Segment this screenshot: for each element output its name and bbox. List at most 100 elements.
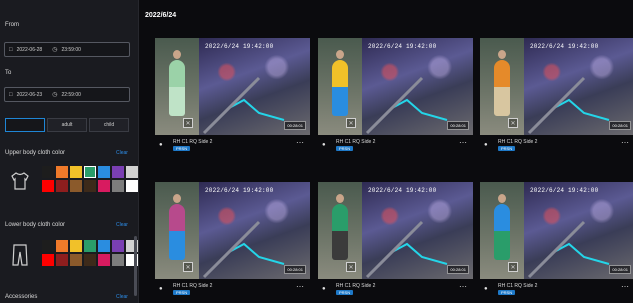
segment-all[interactable]: [5, 118, 45, 132]
filter-sidebar: From □ 2022-06-28 ◷ 23:59:00 To □ 2022-0…: [0, 0, 139, 303]
color-swatch[interactable]: [56, 166, 68, 178]
scene-frame: 2022/6/24 19:42:00 00:28:01: [524, 38, 633, 135]
clock-icon: ◷: [52, 92, 58, 98]
thumbnail-pair[interactable]: ✕ 2022/6/24 19:42:00 00:28:01: [155, 182, 310, 279]
person-crop: ✕: [480, 38, 524, 135]
camera-icon: ●: [159, 286, 163, 292]
segment-child[interactable]: child: [89, 118, 129, 132]
color-swatch[interactable]: [42, 254, 54, 266]
person-head: [173, 50, 181, 59]
more-options-icon[interactable]: ⋯: [621, 282, 629, 291]
result-card[interactable]: ✕ 2022/6/24 19:42:00 00:28:01 ● RH C1 RQ…: [480, 182, 633, 296]
lower-color-swatches: [42, 240, 138, 266]
to-time: 22:59:00: [61, 91, 81, 98]
result-card[interactable]: ✕ 2022/6/24 19:42:00 00:28:01 ● RH C1 RQ…: [318, 38, 473, 152]
result-card[interactable]: ✕ 2022/6/24 19:42:00 00:28:01 ● RH C1 RQ…: [480, 38, 633, 152]
color-swatch[interactable]: [42, 240, 54, 252]
color-swatch[interactable]: [84, 180, 96, 192]
frame-timestamp: 2022/6/24 19:42:00: [530, 187, 599, 194]
camera-icon: ●: [322, 142, 326, 148]
card-meta: ● RH C1 RQ Side 2 PRSN ⋯: [320, 138, 471, 152]
thumbnail-pair[interactable]: ✕ 2022/6/24 19:42:00 00:28:01: [155, 38, 310, 135]
select-checkbox[interactable]: ✕: [183, 262, 193, 272]
person-head: [498, 194, 506, 203]
color-swatch[interactable]: [98, 254, 110, 266]
upper-color-swatches: [42, 166, 138, 192]
sidebar-scrollbar[interactable]: [134, 236, 137, 296]
more-options-icon[interactable]: ⋯: [296, 282, 304, 291]
color-swatch[interactable]: [56, 240, 68, 252]
person-figure: [169, 60, 185, 116]
from-datetime-field[interactable]: □ 2022-06-28 ◷ 23:59:00: [4, 42, 130, 57]
color-swatch[interactable]: [56, 254, 68, 266]
to-date: 2022-06-23: [16, 91, 43, 98]
person-figure: [494, 204, 510, 260]
type-tag: PRSN: [336, 146, 354, 151]
calendar-icon: □: [9, 46, 13, 53]
color-swatch[interactable]: [70, 180, 82, 192]
color-swatch[interactable]: [112, 240, 124, 252]
upper-clear-link[interactable]: Clear: [116, 150, 128, 156]
thumbnail-pair[interactable]: ✕ 2022/6/24 19:42:00 00:28:01: [318, 182, 473, 279]
color-swatch[interactable]: [112, 180, 124, 192]
thumbnail-pair[interactable]: ✕ 2022/6/24 19:42:00 00:28:01: [318, 38, 473, 135]
color-swatch[interactable]: [42, 180, 54, 192]
person-crop: ✕: [155, 182, 199, 279]
color-swatch[interactable]: [98, 240, 110, 252]
camera-name: RH C1 RQ Side 2: [336, 283, 376, 289]
type-tag: PRSN: [336, 290, 354, 295]
from-time: 23:59:00: [61, 46, 81, 53]
result-card[interactable]: ✕ 2022/6/24 19:42:00 00:28:01 ● RH C1 RQ…: [155, 38, 310, 152]
person-figure: [169, 204, 185, 260]
camera-name: RH C1 RQ Side 2: [498, 139, 538, 145]
person-figure: [494, 60, 510, 116]
accessories-label: Accessories: [5, 294, 38, 300]
clock-icon: ◷: [52, 47, 58, 53]
select-checkbox[interactable]: ✕: [508, 262, 518, 272]
type-tag: PRSN: [173, 290, 191, 295]
more-options-icon[interactable]: ⋯: [459, 138, 467, 147]
camera-icon: ●: [159, 142, 163, 148]
color-swatch[interactable]: [84, 254, 96, 266]
thumbnail-pair[interactable]: ✕ 2022/6/24 19:42:00 00:28:01: [480, 182, 633, 279]
color-swatch[interactable]: [70, 166, 82, 178]
color-swatch[interactable]: [112, 166, 124, 178]
select-checkbox[interactable]: ✕: [508, 118, 518, 128]
result-card[interactable]: ✕ 2022/6/24 19:42:00 00:28:01 ● RH C1 RQ…: [155, 182, 310, 296]
color-swatch[interactable]: [70, 254, 82, 266]
color-swatch[interactable]: [126, 166, 138, 178]
more-options-icon[interactable]: ⋯: [621, 138, 629, 147]
color-swatch[interactable]: [112, 254, 124, 266]
camera-icon: ●: [322, 286, 326, 292]
segment-adult[interactable]: adult: [47, 118, 87, 132]
more-options-icon[interactable]: ⋯: [459, 282, 467, 291]
frame-timestamp: 2022/6/24 19:42:00: [530, 43, 599, 50]
to-datetime-field[interactable]: □ 2022-06-23 ◷ 22:59:00: [4, 87, 130, 102]
date-heading: 2022/6/24: [145, 12, 177, 19]
card-meta: ● RH C1 RQ Side 2 PRSN ⋯: [482, 282, 633, 296]
card-meta: ● RH C1 RQ Side 2 PRSN ⋯: [482, 138, 633, 152]
color-swatch[interactable]: [42, 166, 54, 178]
select-checkbox[interactable]: ✕: [183, 118, 193, 128]
thumbnail-pair[interactable]: ✕ 2022/6/24 19:42:00 00:28:01: [480, 38, 633, 135]
camera-name: RH C1 RQ Side 2: [498, 283, 538, 289]
select-checkbox[interactable]: ✕: [346, 118, 356, 128]
color-swatch[interactable]: [70, 240, 82, 252]
result-card[interactable]: ✕ 2022/6/24 19:42:00 00:28:01 ● RH C1 RQ…: [318, 182, 473, 296]
color-swatch[interactable]: [98, 180, 110, 192]
more-options-icon[interactable]: ⋯: [296, 138, 304, 147]
color-swatch[interactable]: [98, 166, 110, 178]
frame-duration: 00:28:01: [284, 121, 306, 130]
color-swatch[interactable]: [126, 180, 138, 192]
color-swatch[interactable]: [84, 166, 96, 178]
type-tag: PRSN: [498, 290, 516, 295]
select-checkbox[interactable]: ✕: [346, 262, 356, 272]
type-tag: PRSN: [498, 146, 516, 151]
camera-icon: ●: [484, 142, 488, 148]
scene-frame: 2022/6/24 19:42:00 00:28:01: [362, 38, 473, 135]
accessories-clear-link[interactable]: Clear: [116, 294, 128, 300]
color-swatch[interactable]: [84, 240, 96, 252]
person-crop: ✕: [480, 182, 524, 279]
color-swatch[interactable]: [56, 180, 68, 192]
lower-clear-link[interactable]: Clear: [116, 222, 128, 228]
